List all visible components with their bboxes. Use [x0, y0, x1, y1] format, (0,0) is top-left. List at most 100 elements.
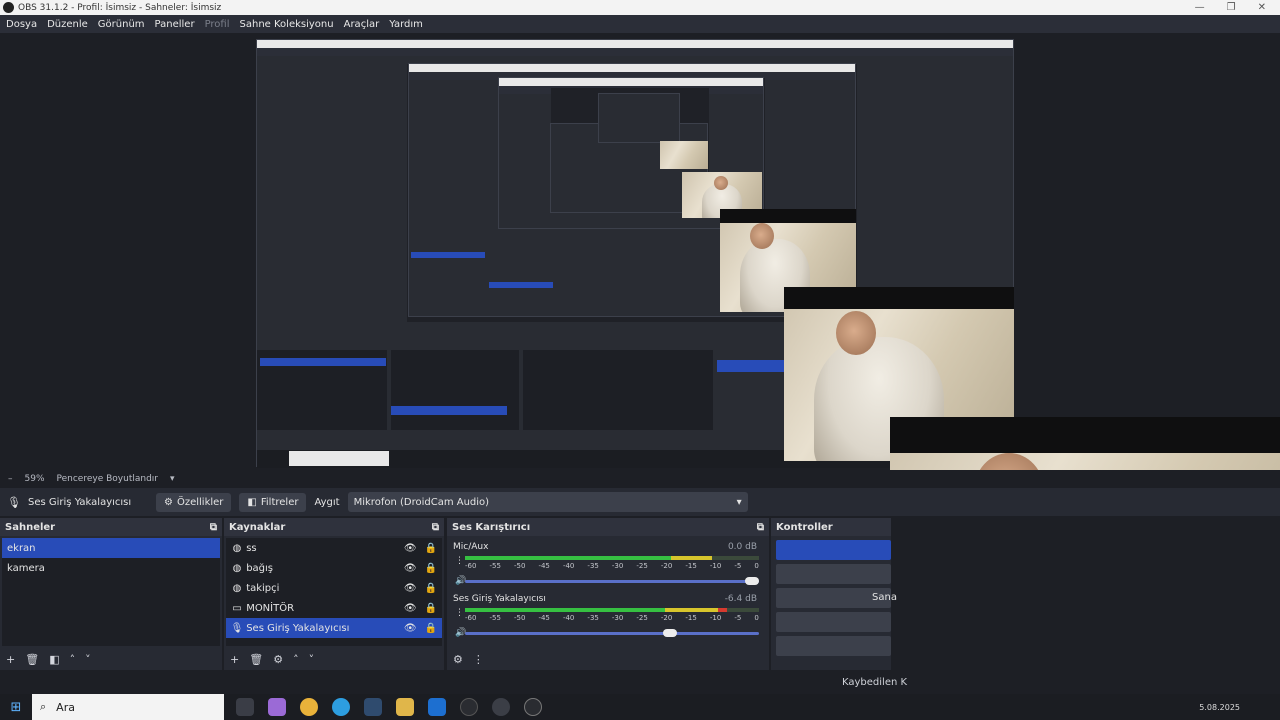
- virtual-camera-button[interactable]: Sana: [776, 588, 897, 608]
- menu-view[interactable]: Görünüm: [98, 19, 145, 30]
- properties-button[interactable]: ⚙ Özellikler: [156, 492, 232, 512]
- source-item-takipci[interactable]: ◍ takipçi 👁 🔒: [226, 578, 442, 598]
- undock-icon[interactable]: ⧉: [757, 522, 764, 533]
- source-item-monitor[interactable]: ▭ MONİTÖR 👁 🔒: [226, 598, 442, 618]
- menu-edit[interactable]: Düzenle: [47, 19, 88, 30]
- volume-slider[interactable]: [465, 629, 759, 637]
- studio-mode-button[interactable]: [776, 612, 891, 632]
- steam-icon[interactable]: [364, 698, 382, 716]
- scene-item-kamera[interactable]: kamera: [2, 558, 220, 578]
- copilot-icon[interactable]: [268, 698, 286, 716]
- dropped-frames-label: Kaybedilen K: [842, 677, 908, 688]
- minimize-icon[interactable]: —: [1195, 2, 1205, 13]
- chevron-up-icon[interactable]: ˄: [293, 653, 299, 666]
- window-title-bar: OBS 31.1.2 - Profil: İsimsiz - Sahneler:…: [0, 0, 1280, 15]
- volume-slider-thumb[interactable]: [662, 629, 677, 637]
- zoom-out-button[interactable]: –: [8, 474, 13, 484]
- source-label: takipçi: [246, 582, 280, 594]
- search-icon: ⌕: [40, 700, 47, 713]
- start-streaming-button[interactable]: [776, 540, 891, 560]
- advanced-audio-icon[interactable]: ⚙: [453, 653, 463, 666]
- channel-menu-icon[interactable]: ⋮: [455, 556, 464, 566]
- lock-icon[interactable]: 🔒: [425, 543, 437, 554]
- maximize-icon[interactable]: ❐: [1227, 2, 1236, 13]
- chevron-down-icon[interactable]: ˅: [85, 653, 91, 666]
- start-recording-button[interactable]: [776, 564, 891, 584]
- filters-button[interactable]: ◧ Filtreler: [239, 492, 307, 512]
- device-select[interactable]: Mikrofon (DroidCam Audio) ▾: [347, 492, 748, 512]
- windows-start-icon[interactable]: ⊞: [0, 700, 32, 715]
- eye-icon[interactable]: 👁: [404, 543, 417, 554]
- undock-icon[interactable]: ⧉: [432, 522, 439, 533]
- menu-help[interactable]: Yardım: [389, 19, 423, 30]
- eye-icon[interactable]: 👁: [404, 603, 417, 614]
- volume-slider-thumb[interactable]: [745, 577, 759, 585]
- selected-source-name: Ses Giriş Yakalayıcısı: [28, 496, 132, 508]
- source-item-ss[interactable]: ◍ ss 👁 🔒: [226, 538, 442, 558]
- menu-file[interactable]: Dosya: [6, 19, 37, 30]
- source-label: Ses Giriş Yakalayıcısı: [246, 622, 350, 634]
- eye-icon[interactable]: 👁: [404, 583, 417, 594]
- microphone-icon: 🎙: [7, 495, 21, 509]
- mixer-channels: Mic/Aux 0.0 dB ⋮ -60 -55 -50 -45 -40 -35 -30 -2…: [449, 538, 767, 646]
- trash-icon[interactable]: 🗑: [25, 653, 39, 666]
- gear-icon: ⚙: [164, 496, 173, 508]
- undock-icon[interactable]: ⧉: [210, 522, 217, 533]
- settings-button[interactable]: [776, 636, 891, 656]
- sources-title: Kaynaklar: [229, 521, 286, 533]
- windows-taskbar: ⊞ ⌕ Ara 5.08.2025: [0, 694, 1280, 720]
- source-item-audio-input[interactable]: 🎙 Ses Giriş Yakalayıcısı 👁 🔒: [226, 618, 442, 638]
- volume-slider[interactable]: [465, 577, 759, 585]
- scene-label: ekran: [7, 542, 36, 554]
- add-source-button[interactable]: +: [230, 653, 239, 666]
- obs-icon[interactable]: [460, 698, 478, 716]
- scenes-title: Sahneler: [5, 521, 56, 533]
- add-scene-button[interactable]: +: [6, 653, 15, 666]
- mixer-title: Ses Karıştırıcı: [452, 521, 531, 533]
- task-view-icon[interactable]: [236, 698, 254, 716]
- eye-icon[interactable]: 👁: [404, 563, 417, 574]
- zoom-bar: – 59% Pencereye Boyutlandır ▾: [0, 470, 1280, 488]
- lock-icon[interactable]: 🔒: [425, 603, 437, 614]
- mixer-menu-icon[interactable]: ⋮: [473, 653, 484, 666]
- source-item-bagis[interactable]: ◍ bağış 👁 🔒: [226, 558, 442, 578]
- file-explorer-icon[interactable]: [396, 698, 414, 716]
- taskbar-search[interactable]: ⌕ Ara: [32, 694, 224, 720]
- chrome-icon[interactable]: [300, 698, 318, 716]
- lock-icon[interactable]: 🔒: [425, 563, 437, 574]
- monitor-icon: ▭: [232, 602, 242, 614]
- filters-icon[interactable]: ◧: [49, 653, 59, 666]
- scene-item-ekran[interactable]: ekran: [2, 538, 220, 558]
- close-icon[interactable]: ✕: [1258, 2, 1266, 13]
- droidcam-icon[interactable]: [524, 698, 542, 716]
- scenes-dock: Sahneler ⧉ ekran kamera + 🗑 ◧ ˄ ˅: [0, 518, 222, 670]
- nested-obs-capture-5: [598, 93, 680, 143]
- virtual-camera-label: Sana: [872, 592, 897, 603]
- obs-recording-icon[interactable]: [492, 698, 510, 716]
- chevron-down-icon[interactable]: ▾: [170, 474, 175, 484]
- trash-icon[interactable]: 🗑: [249, 653, 263, 666]
- menu-profile[interactable]: Profil: [205, 19, 230, 30]
- device-value: Mikrofon (DroidCam Audio): [353, 496, 490, 508]
- eye-icon[interactable]: 👁: [404, 623, 417, 634]
- zoom-mode-label[interactable]: Pencereye Boyutlandır: [57, 474, 158, 484]
- device-label: Aygıt: [314, 496, 340, 508]
- edge-icon[interactable]: [332, 698, 350, 716]
- preview-canvas[interactable]: [0, 33, 1280, 470]
- obs-logo-icon: [3, 2, 14, 13]
- sources-dock: Kaynaklar ⧉ ◍ ss 👁 🔒 ◍ bağış 👁 🔒 ◍ takipçi 👁 🔒 …: [224, 518, 444, 670]
- outlook-icon[interactable]: [428, 698, 446, 716]
- meter-ticks: -60 -55 -50 -45 -40 -35 -30 -25 -20 -15 -10 -5 0: [465, 562, 759, 570]
- lock-icon[interactable]: 🔒: [425, 623, 437, 634]
- channel-menu-icon[interactable]: ⋮: [455, 608, 464, 618]
- menu-bar: Dosya Düzenle Görünüm Paneller Profil Sa…: [0, 15, 1280, 33]
- menu-docks[interactable]: Paneller: [155, 19, 195, 30]
- menu-scene-collection[interactable]: Sahne Koleksiyonu: [240, 19, 334, 30]
- menu-tools[interactable]: Araçlar: [344, 19, 380, 30]
- chevron-down-icon[interactable]: ˅: [309, 653, 315, 666]
- chevron-up-icon[interactable]: ˄: [70, 653, 76, 666]
- microphone-icon: 🎙: [230, 622, 244, 634]
- webcam-frame-main: [890, 417, 1280, 470]
- gear-icon[interactable]: ⚙: [273, 653, 283, 666]
- lock-icon[interactable]: 🔒: [425, 583, 437, 594]
